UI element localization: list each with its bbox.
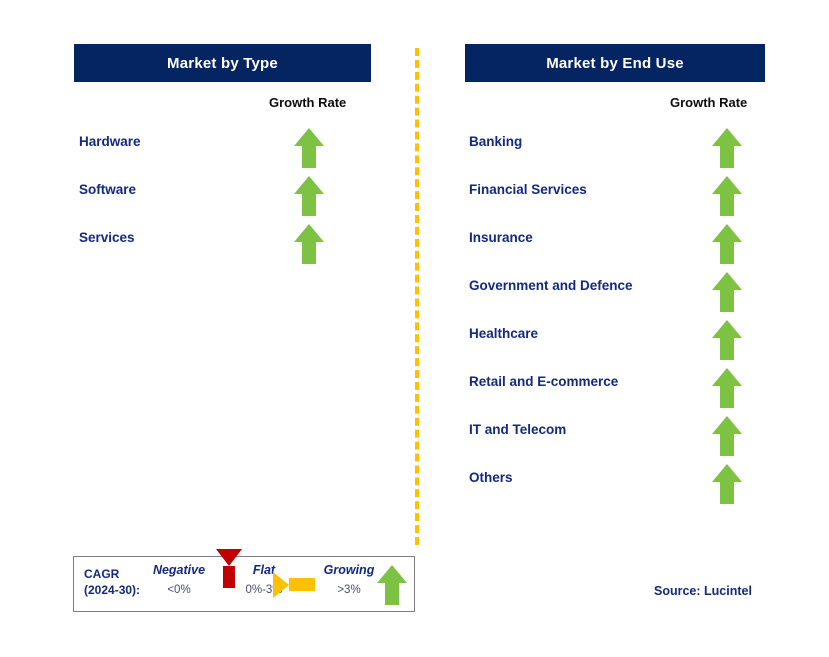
trend-cell-banking [712, 128, 746, 170]
cagr-legend: CAGR (2024-30): Negative <0% Flat 0%-3% … [73, 549, 415, 612]
table-row: Retail and E-commerce [0, 368, 742, 416]
row-label-retail-and-e-commerce: Retail and E-commerce [469, 374, 619, 389]
trend-cell-financial-services [712, 176, 746, 218]
trend-cell-healthcare [712, 320, 746, 362]
source-note: Source: Lucintel [654, 584, 752, 598]
row-label-healthcare: Healthcare [469, 326, 539, 341]
legend-title: CAGR (2024-30): [84, 566, 140, 598]
panel-title-market-by-type: Market by Type [167, 54, 278, 72]
trend-cell-it-and-telecom [712, 416, 746, 458]
row-label-others: Others [469, 470, 513, 485]
legend-range-growing: >3% [337, 584, 361, 596]
panel-title-market-by-end-use: Market by End Use [546, 54, 684, 72]
growth-rate-column-header-right: Growth Rate [670, 95, 748, 110]
legend-range-negative: <0% [167, 584, 191, 596]
row-label-it-and-telecom: IT and Telecom [469, 422, 567, 437]
row-label-financial-services: Financial Services [469, 182, 587, 197]
market-by-end-use-row-list: Banking Financial Services Insurance Gov… [0, 128, 742, 512]
growth-rate-column-header-left: Growth Rate [269, 95, 347, 110]
table-row: Financial Services [0, 176, 742, 224]
table-row: Government and Defence [0, 272, 742, 320]
table-row: Banking [0, 128, 742, 176]
legend-title-line2: (2024-30): [84, 583, 141, 597]
row-label-banking: Banking [469, 134, 523, 149]
legend-label-negative: Negative [152, 563, 206, 577]
panel-header-market-by-type: Market by Type [74, 44, 371, 82]
row-label-insurance: Insurance [469, 230, 533, 245]
table-row: Others [0, 464, 742, 512]
table-row: Healthcare [0, 320, 742, 368]
infographic-canvas: Market by Type Growth Rate Hardware Soft… [0, 0, 829, 657]
trend-cell-government-and-defence [712, 272, 746, 314]
trend-cell-insurance [712, 224, 746, 266]
legend-entry-negative: Negative <0% [140, 563, 218, 596]
trend-cell-others [712, 464, 746, 506]
row-label-government-and-defence: Government and Defence [469, 278, 633, 293]
panel-header-market-by-end-use: Market by End Use [465, 44, 765, 82]
table-row: IT and Telecom [0, 416, 742, 464]
table-row: Insurance [0, 224, 742, 272]
trend-cell-retail-and-e-commerce [712, 368, 746, 410]
legend-label-flat: Flat [252, 563, 276, 577]
legend-title-line1: CAGR [84, 567, 120, 581]
